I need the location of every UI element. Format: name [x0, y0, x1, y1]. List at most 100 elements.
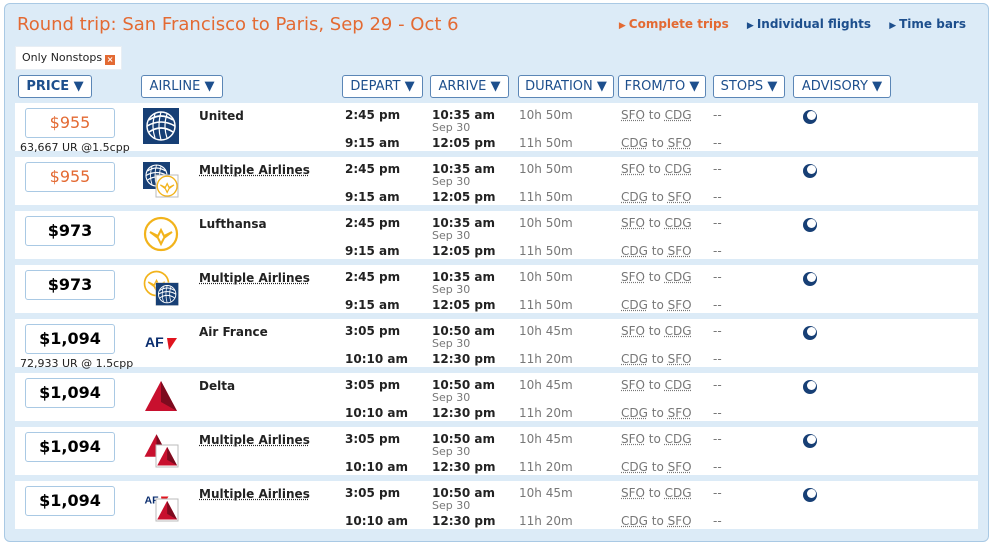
sort-airline-button[interactable]: AIRLINE ▼ [141, 75, 223, 98]
airport-link[interactable]: CDG [621, 460, 648, 474]
moon-icon[interactable] [803, 434, 817, 448]
airport-link[interactable]: CDG [665, 486, 692, 500]
moon-icon[interactable] [803, 218, 817, 232]
outbound-arrive-date: Sep 30 [432, 283, 471, 296]
airport-link[interactable]: CDG [665, 162, 692, 176]
individual-flights-link[interactable]: ▶ Individual flights [747, 17, 871, 31]
airport-link[interactable]: SFO [621, 324, 645, 338]
return-duration: 11h 20m [519, 514, 573, 528]
airport-link[interactable]: CDG [665, 270, 692, 284]
airport-link[interactable]: SFO [668, 190, 692, 204]
airline-logo [143, 378, 179, 414]
sort-stops-button[interactable]: STOPS ▼ [713, 75, 785, 98]
flight-row[interactable]: $1,094 Delta 3:05 pm 10:50 am Sep 30 10h… [15, 373, 978, 421]
price-button[interactable]: $955 [25, 162, 115, 192]
return-duration: 11h 20m [519, 406, 573, 420]
airline-name: Multiple Airlines [199, 487, 310, 501]
airport-link[interactable]: CDG [621, 352, 648, 366]
airline-name: Multiple Airlines [199, 163, 310, 177]
airline-name: Delta [199, 379, 236, 393]
airport-link[interactable]: CDG [621, 514, 648, 528]
outbound-depart-time: 3:05 pm [345, 432, 401, 446]
sort-arrive-button[interactable]: ARRIVE ▼ [430, 75, 509, 98]
price-button[interactable]: $1,094 [25, 486, 115, 516]
sort-fromto-button[interactable]: FROM/TO ▼ [618, 75, 706, 98]
airport-link[interactable]: SFO [621, 270, 645, 284]
outbound-stops: -- [713, 432, 722, 446]
airport-link[interactable]: SFO [621, 486, 645, 500]
airport-link[interactable]: SFO [621, 162, 645, 176]
airport-link[interactable]: SFO [668, 298, 692, 312]
airport-link[interactable]: CDG [621, 136, 648, 150]
price-button[interactable]: $973 [25, 216, 115, 246]
view-mode-links: ▶ Complete trips ▶ Individual flights ▶ Tim… [605, 17, 966, 31]
close-icon[interactable]: × [105, 55, 116, 65]
airport-link[interactable]: CDG [665, 108, 692, 122]
arrow-right-icon: ▶ [618, 21, 626, 31]
return-duration: 11h 50m [519, 298, 573, 312]
airport-link[interactable]: SFO [668, 136, 692, 150]
return-route: CDG to SFO [621, 514, 692, 528]
airport-link[interactable]: SFO [668, 514, 692, 528]
moon-icon[interactable] [803, 272, 817, 286]
airline-logo [143, 162, 179, 198]
airport-link[interactable]: CDG [621, 298, 648, 312]
price-button[interactable]: $1,094 [25, 378, 115, 408]
airport-link[interactable]: SFO [621, 108, 645, 122]
airport-link[interactable]: CDG [665, 216, 692, 230]
return-stops: -- [713, 190, 722, 204]
airline-name: Multiple Airlines [199, 271, 310, 285]
return-arrive-time: 12:30 pm [432, 460, 496, 474]
airport-link[interactable]: CDG [665, 324, 692, 338]
price-button[interactable]: $1,094 [25, 324, 115, 354]
outbound-arrive-date: Sep 30 [432, 175, 471, 188]
moon-icon[interactable] [803, 488, 817, 502]
return-route: CDG to SFO [621, 136, 692, 150]
flight-row[interactable]: $1,094 Multiple Airlines 3:05 pm 10:50 a… [15, 427, 978, 475]
airline-name: Air France [199, 325, 268, 339]
lufthansa-logo-icon [143, 216, 179, 252]
outbound-stops: -- [713, 486, 722, 500]
airport-link[interactable]: SFO [621, 378, 645, 392]
moon-icon[interactable] [803, 326, 817, 340]
airfrance-logo-text: AF [145, 334, 164, 350]
flight-row[interactable]: $955 Multiple Airlines 2:45 pm 10:35 am … [15, 157, 978, 205]
airport-link[interactable]: CDG [621, 190, 648, 204]
airport-link[interactable]: SFO [668, 244, 692, 258]
complete-trips-link[interactable]: ▶ Complete trips [619, 17, 729, 31]
airfrance-delta-logo-icon: AF [145, 494, 179, 522]
return-stops: -- [713, 514, 722, 528]
flight-row[interactable]: $973 Multiple Airlines 2:45 pm 10:35 am … [15, 265, 978, 313]
airport-link[interactable]: SFO [621, 432, 645, 446]
outbound-duration: 10h 50m [519, 216, 573, 230]
outbound-arrive-time: 10:35 am [432, 162, 495, 176]
united-lufthansa-logo-icon [143, 162, 179, 198]
moon-icon[interactable] [803, 164, 817, 178]
airport-link[interactable]: CDG [665, 432, 692, 446]
airport-link[interactable]: CDG [665, 378, 692, 392]
flight-row[interactable]: $955 63,667 UR @1.5cpp United 2:45 pm 10… [15, 103, 978, 154]
delta-logo-icon [145, 381, 177, 411]
airport-link[interactable]: SFO [668, 352, 692, 366]
airport-link[interactable]: SFO [668, 406, 692, 420]
airport-link[interactable]: CDG [621, 244, 648, 258]
sort-advisory-button[interactable]: ADVISORY ▼ [793, 75, 891, 98]
flight-row[interactable]: $973 Lufthansa 2:45 pm 10:35 am Sep 30 1… [15, 211, 978, 259]
price-button[interactable]: $955 [25, 108, 115, 138]
return-arrive-time: 12:30 pm [432, 514, 496, 528]
airport-link[interactable]: SFO [668, 460, 692, 474]
sort-depart-button[interactable]: DEPART ▼ [342, 75, 423, 98]
time-bars-link[interactable]: ▶ Time bars [889, 17, 966, 31]
outbound-route: SFO to CDG [621, 324, 692, 338]
moon-icon[interactable] [803, 110, 817, 124]
price-button[interactable]: $1,094 [25, 432, 115, 462]
sort-duration-button[interactable]: DURATION ▼ [518, 75, 614, 98]
moon-icon[interactable] [803, 380, 817, 394]
return-stops: -- [713, 406, 722, 420]
airport-link[interactable]: CDG [621, 406, 648, 420]
price-button[interactable]: $973 [25, 270, 115, 300]
flight-row[interactable]: $1,094 AF Multiple Airlines 3:05 pm 10:5… [15, 481, 978, 529]
sort-price-button[interactable]: PRICE ▼ [18, 75, 92, 98]
airport-link[interactable]: SFO [621, 216, 645, 230]
flight-row[interactable]: $1,094 72,933 UR @ 1.5cpp AF Air France … [15, 319, 978, 370]
